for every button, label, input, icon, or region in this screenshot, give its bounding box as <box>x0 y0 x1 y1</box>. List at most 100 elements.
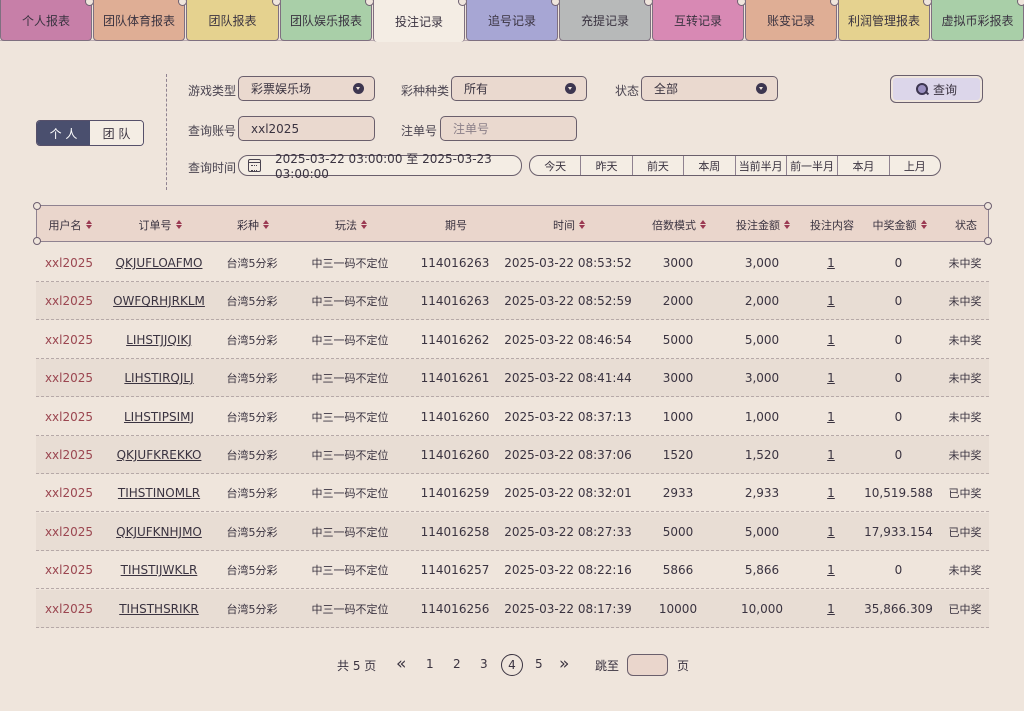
page-number-1[interactable]: 1 <box>426 657 434 671</box>
quick-range-4[interactable]: 当前半月 <box>736 156 787 175</box>
page-number-5[interactable]: 5 <box>535 657 543 671</box>
cell-bet-amount: 1,520 <box>744 448 780 462</box>
cell-play-type: 中三一码不定位 <box>311 564 389 578</box>
cell-lottery: 台湾5分彩 <box>226 449 278 462</box>
lottery-select[interactable]: 所有 <box>451 76 587 101</box>
cell-order-id[interactable]: LIHSTIPSIMJ <box>102 398 216 436</box>
lottery-label: 彩种种类 <box>401 84 450 98</box>
tab-label: 团队体育报表 <box>102 13 175 28</box>
cell-play-type: 中三一码不定位 <box>311 410 389 424</box>
game-type-select[interactable]: 彩票娱乐场 <box>238 76 375 101</box>
status-select[interactable]: 全部 <box>641 76 778 101</box>
tab-5[interactable]: 追号记录 <box>466 0 560 41</box>
order-input[interactable]: 注单号 <box>440 116 577 141</box>
cell-time: 2025-03-22 08:37:13 <box>504 409 632 424</box>
page-number-3[interactable]: 3 <box>480 657 488 671</box>
page-number-4[interactable]: 4 <box>501 654 523 676</box>
column-header-6[interactable]: 倍数模式 <box>639 206 719 243</box>
tab-3[interactable]: 团队娱乐报表 <box>280 0 374 41</box>
cell-bet-content[interactable]: 1 <box>806 590 856 628</box>
cell-bet-amount: 5,000 <box>744 524 780 539</box>
cell-order-id[interactable]: QKJUFKNHJMO <box>102 513 216 551</box>
quick-range-0[interactable]: 今天 <box>530 156 582 175</box>
column-header-9[interactable]: 中奖金额 <box>857 206 942 243</box>
cell-bet-amount: 10,000 <box>741 601 783 616</box>
cell-bet-content[interactable]: 1 <box>806 474 856 512</box>
column-header-label: 用户名 <box>48 218 82 232</box>
tab-10[interactable]: 虚拟币彩报表 <box>931 0 1024 41</box>
cell-bet-content[interactable]: 1 <box>806 321 856 359</box>
cell-win-amount: 0 <box>894 409 903 424</box>
cell-play-type: 中三一码不定位 <box>311 257 389 270</box>
quick-range-2[interactable]: 前天 <box>633 156 685 175</box>
chevron-down-icon <box>565 83 576 94</box>
column-header-2[interactable]: 彩种 <box>217 206 289 243</box>
prev-page-icon[interactable]: « <box>396 654 406 674</box>
cell-lottery: 台湾5分彩 <box>226 564 278 578</box>
tab-label: 投注记录 <box>394 14 443 29</box>
cell-status: 已中奖 <box>948 525 982 539</box>
quick-range-5[interactable]: 前一半月 <box>787 156 839 175</box>
personal-toggle[interactable]: 个 人 <box>37 121 90 145</box>
cell-bet-content[interactable]: 1 <box>806 513 856 551</box>
tab-6[interactable]: 充提记录 <box>559 0 653 41</box>
tab-7[interactable]: 互转记录 <box>652 0 746 41</box>
team-toggle[interactable]: 团 队 <box>90 121 143 145</box>
cell-status: 未中奖 <box>948 257 982 270</box>
column-header-3[interactable]: 玩法 <box>289 206 413 243</box>
quick-range-1[interactable]: 昨天 <box>581 156 633 175</box>
tab-9[interactable]: 利润管理报表 <box>838 0 932 41</box>
cell-order-id[interactable]: QKJUFKREKKO <box>102 436 216 474</box>
cell-bet-amount: 3,000 <box>744 256 780 270</box>
tab-4[interactable]: 投注记录 <box>373 0 467 42</box>
cell-win-amount: 0 <box>894 256 903 270</box>
cell-status: 未中奖 <box>948 449 982 462</box>
cell-time: 2025-03-22 08:17:39 <box>504 601 632 616</box>
jump-page-input[interactable] <box>627 654 668 676</box>
column-header-0[interactable]: 用户名 <box>37 206 103 243</box>
cell-order-id[interactable]: LIHSTIRQJLJ <box>102 359 216 397</box>
cell-order-id[interactable]: OWFQRHJRKLM <box>102 282 216 320</box>
tab-label: 互转记录 <box>673 13 722 28</box>
tab-1[interactable]: 团队体育报表 <box>93 0 187 41</box>
sort-icon <box>85 220 92 229</box>
cell-bet-content[interactable]: 1 <box>806 436 856 474</box>
quick-range-3[interactable]: 本周 <box>684 156 736 175</box>
cell-bet-content[interactable]: 1 <box>806 551 856 589</box>
column-header-7[interactable]: 投注金额 <box>719 206 807 243</box>
cell-order-id[interactable]: LIHSTJJQIKJ <box>102 321 216 359</box>
cell-win-amount: 17,933.154 <box>864 524 933 539</box>
cell-username: xxl2025 <box>44 332 94 347</box>
cell-order-id[interactable]: TIHSTINOMLR <box>102 474 216 512</box>
tab-8[interactable]: 账变记录 <box>745 0 839 41</box>
next-page-icon[interactable]: » <box>559 654 569 674</box>
date-range-picker[interactable]: 2025-03-22 03:00:00 至 2025-03-23 03:00:0… <box>238 152 522 181</box>
cell-multiplier: 3000 <box>662 256 694 270</box>
quick-range-7[interactable]: 上月 <box>890 156 940 175</box>
cell-play-type: 中三一码不定位 <box>311 333 389 347</box>
quick-range-6[interactable]: 本月 <box>838 156 890 175</box>
cell-order-id[interactable]: TIHSTIJWKLR <box>102 551 216 589</box>
cell-multiplier: 10000 <box>658 601 698 616</box>
search-button[interactable]: 查询 <box>890 75 983 103</box>
cell-order-id[interactable]: QKJUFLOAFMO <box>102 244 216 282</box>
cell-order-id[interactable]: TIHSTHSRIKR <box>102 590 216 628</box>
cell-status: 已中奖 <box>948 602 982 616</box>
cell-username: xxl2025 <box>44 601 94 616</box>
page-number-2[interactable]: 2 <box>453 657 461 671</box>
cell-bet-content[interactable]: 1 <box>806 244 856 282</box>
cell-lottery: 台湾5分彩 <box>226 257 278 270</box>
column-header-5[interactable]: 时间 <box>499 206 639 243</box>
cell-bet-content[interactable]: 1 <box>806 282 856 320</box>
cell-bet-content[interactable]: 1 <box>806 398 856 436</box>
cell-status: 未中奖 <box>948 410 982 424</box>
cell-username: xxl2025 <box>44 256 94 270</box>
account-input[interactable]: xxl2025 <box>238 116 375 141</box>
tab-2[interactable]: 团队报表 <box>186 0 281 41</box>
tab-label: 团队娱乐报表 <box>289 13 362 28</box>
status-label: 状态 <box>615 84 640 98</box>
column-header-1[interactable]: 订单号 <box>103 206 217 243</box>
cell-username: xxl2025 <box>44 563 94 578</box>
tab-0[interactable]: 个人报表 <box>0 0 94 41</box>
cell-bet-content[interactable]: 1 <box>806 359 856 397</box>
